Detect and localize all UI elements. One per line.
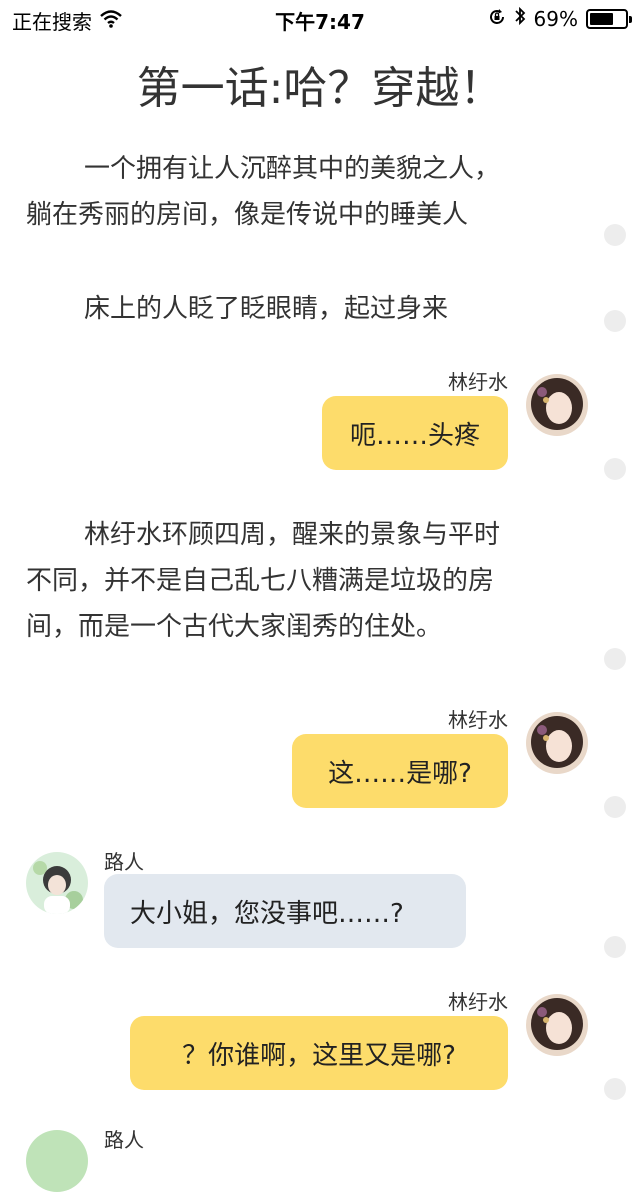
story-line: 床上的人眨了眨眼睛，起过身来 bbox=[84, 294, 449, 324]
status-right: 69% bbox=[488, 6, 632, 31]
avatar-linyushui[interactable] bbox=[526, 374, 588, 436]
speaker-name: 林纡水 bbox=[448, 708, 508, 732]
speaker-name: 林纡水 bbox=[448, 990, 508, 1014]
message-bubble[interactable]: 大小姐，您没事吧……? bbox=[104, 874, 466, 948]
story-paragraph-1: 一个拥有让人沉醉其中的美貌之人， 躺在秀丽的房间，像是传说中的睡美人 bbox=[26, 146, 586, 238]
message-bubble[interactable]: 这……是哪? bbox=[292, 734, 508, 808]
message-bubble[interactable]: ？你谁啊，这里又是哪? bbox=[130, 1016, 508, 1090]
story-line: 林纡水环顾四周，醒来的景象与平时 bbox=[84, 520, 501, 550]
story-paragraph-2: 床上的人眨了眨眼睛，起过身来 bbox=[26, 286, 586, 332]
scroll-dot[interactable] bbox=[604, 224, 626, 246]
speaker-name: 路人 bbox=[104, 850, 144, 874]
scroll-dot[interactable] bbox=[604, 310, 626, 332]
story-line: 间，而是一个古代大家闺秀的住处。 bbox=[26, 612, 443, 642]
battery-percent: 69% bbox=[533, 6, 578, 31]
avatar-passerby[interactable] bbox=[26, 852, 88, 914]
story-line: 躺在秀丽的房间，像是传说中的睡美人 bbox=[26, 200, 469, 230]
story-line: 一个拥有让人沉醉其中的美貌之人， bbox=[84, 154, 501, 184]
scroll-dot[interactable] bbox=[604, 648, 626, 670]
bluetooth-icon bbox=[514, 6, 526, 31]
lock-rotation-icon bbox=[488, 7, 506, 31]
avatar-linyushui[interactable] bbox=[526, 712, 588, 774]
status-bar: 正在搜索 下午7:47 69% bbox=[0, 0, 640, 36]
scroll-dot[interactable] bbox=[604, 1078, 626, 1100]
story-line: 不同，并不是自己乱七八糟满是垃圾的房 bbox=[26, 566, 495, 596]
battery-icon bbox=[586, 8, 632, 29]
message-bubble[interactable]: 呃……头疼 bbox=[322, 396, 508, 470]
story-paragraph-3: 林纡水环顾四周，醒来的景象与平时 不同，并不是自己乱七八糟满是垃圾的房 间，而是… bbox=[26, 512, 586, 650]
scroll-dot[interactable] bbox=[604, 796, 626, 818]
scroll-dot[interactable] bbox=[604, 936, 626, 958]
battery-fill bbox=[590, 12, 613, 25]
avatar-linyushui[interactable] bbox=[526, 994, 588, 1056]
chapter-title: 第一话:哈？穿越！ bbox=[136, 63, 504, 114]
scroll-dot[interactable] bbox=[604, 458, 626, 480]
speaker-name: 林纡水 bbox=[448, 370, 508, 394]
avatar-passerby[interactable] bbox=[26, 1130, 88, 1192]
